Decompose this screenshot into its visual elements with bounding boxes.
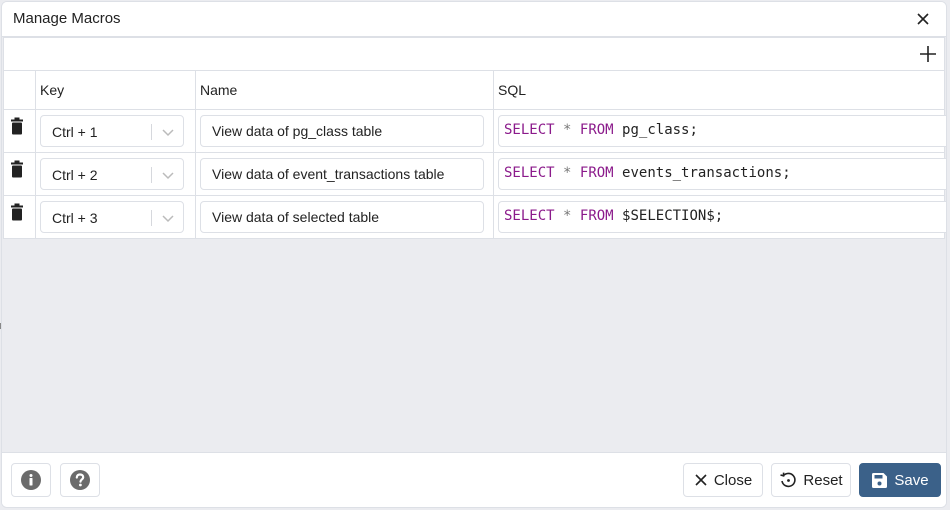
name-cell bbox=[196, 110, 494, 153]
sql-text: pg_class; bbox=[622, 122, 698, 138]
header-sql: SQL bbox=[494, 71, 945, 110]
info-button[interactable] bbox=[11, 463, 51, 497]
key-value: Ctrl + 2 bbox=[52, 167, 98, 183]
delete-cell bbox=[4, 110, 36, 153]
sql-keyword: SELECT bbox=[504, 165, 555, 181]
save-button[interactable]: Save bbox=[859, 463, 941, 497]
sql-keyword: FROM bbox=[580, 165, 614, 181]
sql-operator: * bbox=[563, 122, 571, 138]
table-row: Ctrl + 3 SELECT * FROM $SELECTION$; bbox=[4, 196, 944, 239]
dialog-title: Manage Macros bbox=[13, 10, 121, 27]
name-cell bbox=[196, 153, 494, 196]
select-separator bbox=[151, 124, 152, 140]
trash-icon[interactable] bbox=[10, 160, 24, 178]
close-icon[interactable] bbox=[914, 10, 932, 28]
table-header-row: Key Name SQL bbox=[4, 71, 944, 110]
reset-button[interactable]: Reset bbox=[771, 463, 851, 497]
select-separator bbox=[151, 210, 152, 226]
header-key: Key bbox=[36, 71, 196, 110]
sql-text: events_transactions; bbox=[622, 165, 791, 181]
header-delete bbox=[4, 71, 36, 110]
sql-keyword: FROM bbox=[580, 122, 614, 138]
sql-text: $SELECTION$; bbox=[622, 208, 723, 224]
key-select[interactable]: Ctrl + 2 bbox=[40, 158, 184, 190]
dialog-content: Key Name SQL bbox=[2, 37, 946, 455]
manage-macros-dialog: Manage Macros Key Name SQL bbox=[1, 1, 947, 508]
delete-cell bbox=[4, 196, 36, 239]
key-cell: Ctrl + 2 bbox=[36, 153, 196, 196]
select-separator bbox=[151, 167, 152, 183]
sql-operator: * bbox=[563, 208, 571, 224]
help-icon bbox=[69, 469, 91, 491]
key-value: Ctrl + 1 bbox=[52, 124, 98, 140]
close-button[interactable]: Close bbox=[683, 463, 763, 497]
header-name: Name bbox=[196, 71, 494, 110]
key-cell: Ctrl + 1 bbox=[36, 110, 196, 153]
sql-keyword: SELECT bbox=[504, 122, 555, 138]
chevron-down-icon[interactable] bbox=[160, 125, 176, 139]
add-icon[interactable] bbox=[918, 44, 938, 64]
trash-icon[interactable] bbox=[10, 203, 24, 221]
macros-grid: Key Name SQL bbox=[3, 37, 945, 239]
sql-cell: SELECT * FROM pg_class; bbox=[494, 110, 945, 153]
key-select[interactable]: Ctrl + 1 bbox=[40, 115, 184, 147]
chevron-down-icon[interactable] bbox=[160, 168, 176, 182]
reset-icon bbox=[779, 471, 797, 489]
info-icon bbox=[20, 469, 42, 491]
name-input[interactable] bbox=[200, 158, 484, 190]
sql-operator: * bbox=[563, 165, 571, 181]
save-button-label: Save bbox=[894, 472, 928, 489]
delete-cell bbox=[4, 153, 36, 196]
sql-editor[interactable]: SELECT * FROM events_transactions; bbox=[498, 158, 947, 190]
reset-button-label: Reset bbox=[803, 472, 842, 489]
sql-keyword: SELECT bbox=[504, 208, 555, 224]
macros-table: Key Name SQL bbox=[4, 71, 944, 238]
close-button-label: Close bbox=[714, 472, 752, 489]
save-icon bbox=[871, 472, 888, 489]
table-row: Ctrl + 2 SELECT * FROM events_transactio… bbox=[4, 153, 944, 196]
name-input[interactable] bbox=[200, 201, 484, 233]
help-button[interactable] bbox=[60, 463, 100, 497]
sql-cell: SELECT * FROM $SELECTION$; bbox=[494, 196, 945, 239]
key-select[interactable]: Ctrl + 3 bbox=[40, 201, 184, 233]
grid-toolbar bbox=[4, 38, 944, 71]
trash-icon[interactable] bbox=[10, 117, 24, 135]
dialog-footer: Close Reset Save bbox=[2, 452, 946, 507]
key-cell: Ctrl + 3 bbox=[36, 196, 196, 239]
table-row: Ctrl + 1 SELECT * FROM pg_class; bbox=[4, 110, 944, 153]
title-bar: Manage Macros bbox=[2, 2, 946, 37]
close-icon bbox=[694, 473, 708, 487]
sql-editor[interactable]: SELECT * FROM $SELECTION$; bbox=[498, 201, 947, 233]
key-value: Ctrl + 3 bbox=[52, 210, 98, 226]
sql-editor[interactable]: SELECT * FROM pg_class; bbox=[498, 115, 947, 147]
name-input[interactable] bbox=[200, 115, 484, 147]
sql-keyword: FROM bbox=[580, 208, 614, 224]
chevron-down-icon[interactable] bbox=[160, 211, 176, 225]
sql-cell: SELECT * FROM events_transactions; bbox=[494, 153, 945, 196]
name-cell bbox=[196, 196, 494, 239]
